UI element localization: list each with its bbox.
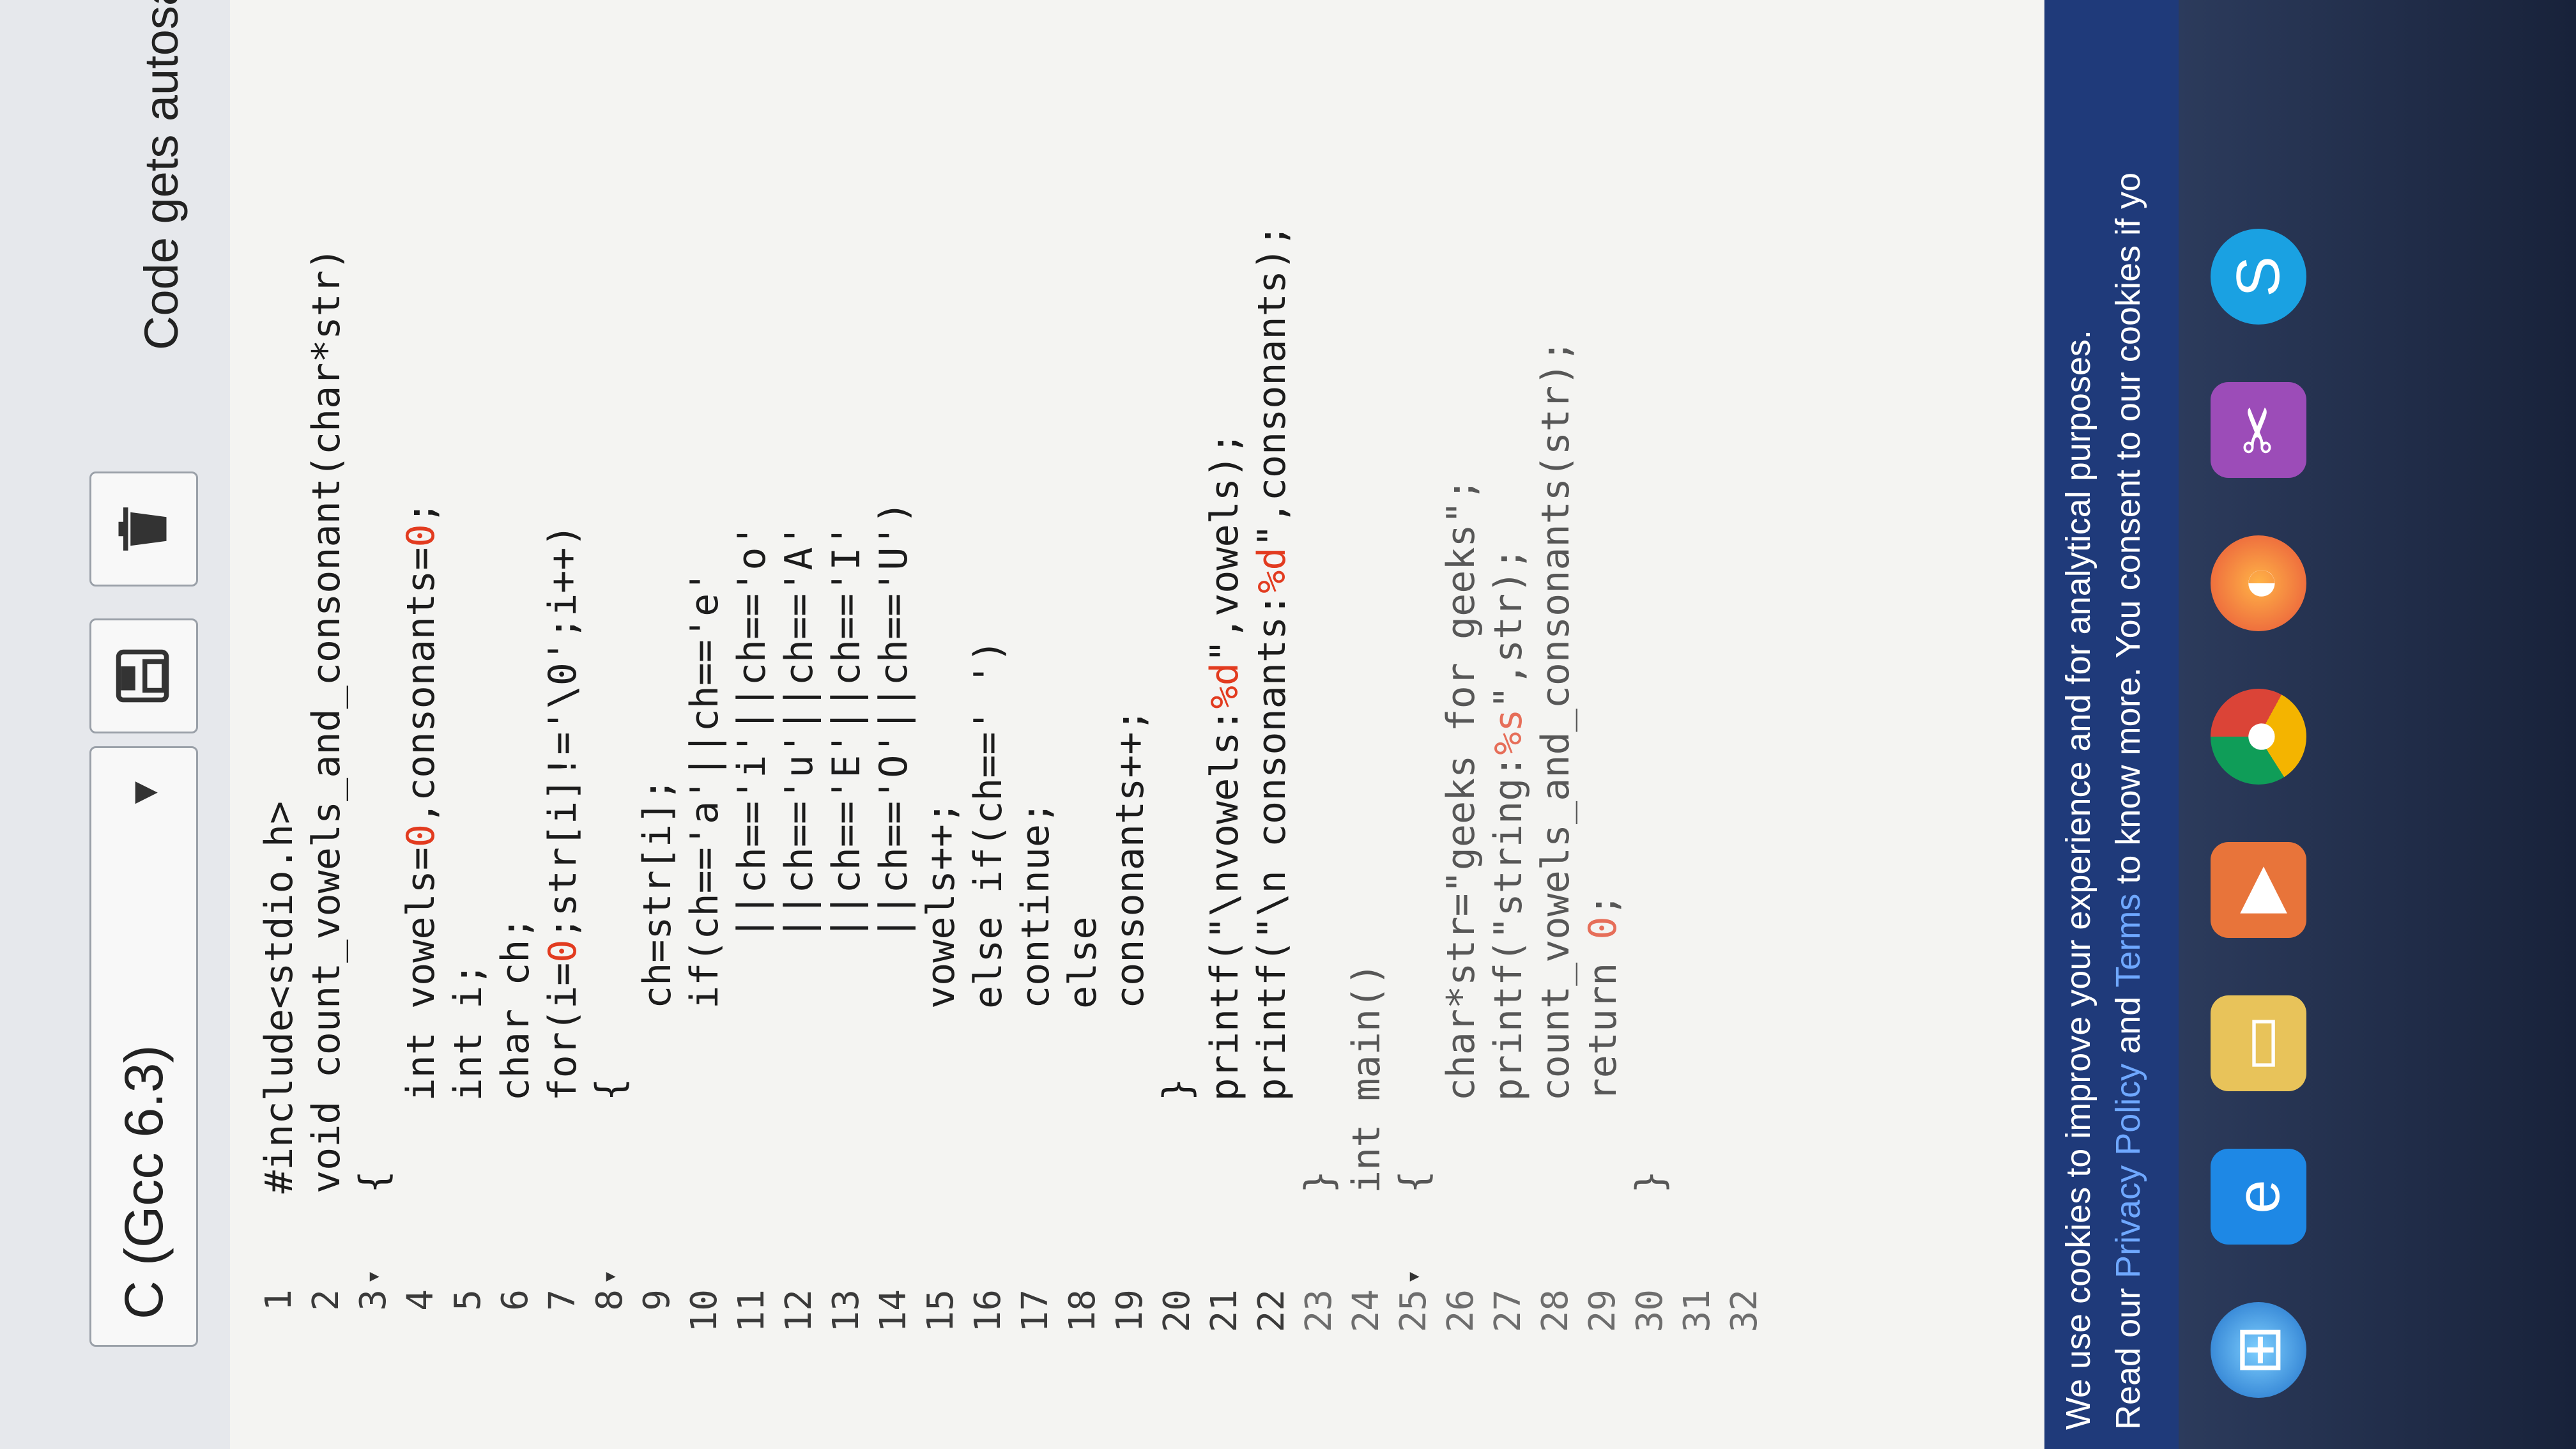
- file-explorer-icon[interactable]: ▭: [2211, 995, 2306, 1091]
- media-player-icon[interactable]: ▶: [2211, 842, 2306, 938]
- line-number: 5: [447, 1289, 489, 1311]
- line-number: 14: [873, 1289, 914, 1333]
- line-number: 13: [825, 1289, 867, 1333]
- line-number: 21: [1204, 1289, 1245, 1333]
- trash-icon: [114, 500, 174, 558]
- code-line[interactable]: {: [350, 1170, 397, 1193]
- line-number: 15: [920, 1289, 962, 1333]
- code-line[interactable]: }: [1154, 1078, 1201, 1193]
- code-line[interactable]: }: [1296, 1170, 1343, 1193]
- code-line[interactable]: {: [1390, 1170, 1438, 1193]
- line-number: 2: [305, 1289, 347, 1311]
- cookie-banner-suffix: to know more. You consent to our cookies…: [2109, 172, 2147, 894]
- line-number: 30: [1629, 1289, 1671, 1333]
- code-line[interactable]: }: [1627, 1170, 1674, 1193]
- code-line[interactable]: ch=str[i];: [634, 778, 681, 1193]
- privacy-policy-link[interactable]: Privacy Policy: [2109, 1064, 2147, 1278]
- line-number: 6: [494, 1289, 536, 1311]
- code-line[interactable]: int vowels=0,consonants=0;: [397, 501, 445, 1193]
- code-line[interactable]: consonants++;: [1107, 709, 1154, 1193]
- code-line[interactable]: char ch;: [492, 917, 539, 1193]
- cookie-banner-prefix: Read our: [2109, 1278, 2147, 1430]
- chevron-down-icon: ▼: [122, 774, 165, 812]
- terms-link[interactable]: Terms: [2109, 894, 2147, 988]
- line-number: 11: [731, 1289, 772, 1333]
- code-line[interactable]: continue;: [1012, 801, 1059, 1193]
- windows-start-icon[interactable]: ⊞: [2211, 1302, 2306, 1398]
- fold-toggle-icon[interactable]: ▾: [350, 1256, 397, 1282]
- cookie-banner-line1: We use cookies to improve your experienc…: [2059, 330, 2097, 1430]
- code-line[interactable]: #include<stdio.h>: [256, 801, 303, 1193]
- code-line[interactable]: if(ch=='a'||ch=='e': [681, 571, 728, 1193]
- line-number: 26: [1440, 1289, 1482, 1333]
- code-line[interactable]: count_vowels_and_consonants(str);: [1532, 339, 1579, 1193]
- line-number: 24: [1346, 1289, 1387, 1333]
- code-line[interactable]: ||ch=='E'||ch=='I': [823, 524, 870, 1193]
- fold-toggle-icon[interactable]: ▾: [586, 1256, 634, 1282]
- editor-toolbar: C (Gcc 6.3) ▼ Code gets autosaved: [0, 0, 231, 1449]
- code-line[interactable]: else if(ch==' '): [965, 640, 1012, 1193]
- code-line[interactable]: for(i=0;str[i]!='\0';i++): [539, 524, 586, 1193]
- delete-button[interactable]: [89, 471, 198, 586]
- line-number: 17: [1015, 1289, 1056, 1333]
- code-editor[interactable]: 1 2 3 ▾ 4 5 6 7 8 ▾ 9 10 11 12 13 14 15 16 17 18 19 20 21 22 23 2…: [230, 0, 2083, 1449]
- firefox-icon[interactable]: ◐: [2211, 535, 2306, 631]
- internet-explorer-icon[interactable]: e: [2211, 1149, 2306, 1245]
- line-number: 12: [778, 1289, 820, 1333]
- code-line[interactable]: int main(): [1343, 963, 1390, 1193]
- code-line[interactable]: char*str="geeks for geeks";: [1438, 478, 1485, 1193]
- line-number: 31: [1676, 1289, 1718, 1333]
- language-select-label: C (Gcc 6.3): [113, 1045, 174, 1319]
- line-number: 3: [353, 1289, 394, 1311]
- code-line[interactable]: vowels++;: [917, 801, 965, 1193]
- code-line[interactable]: ||ch=='u'||ch=='A': [776, 524, 823, 1193]
- line-number: 16: [967, 1289, 1009, 1333]
- code-line[interactable]: return 0;: [1579, 893, 1627, 1193]
- line-number: 18: [1062, 1289, 1103, 1333]
- line-number: 19: [1109, 1289, 1151, 1333]
- code-line[interactable]: int i;: [445, 963, 492, 1193]
- autosave-note: Code gets autosaved: [135, 0, 188, 350]
- code-line[interactable]: printf("\nvowels:%d",vowels);: [1201, 432, 1248, 1193]
- line-number: 4: [400, 1289, 441, 1311]
- line-number: 7: [542, 1289, 583, 1311]
- code-line[interactable]: printf("string:%s",str);: [1485, 548, 1532, 1193]
- fold-toggle-icon[interactable]: ▾: [1390, 1256, 1438, 1282]
- line-number: 22: [1251, 1289, 1292, 1333]
- line-number: 10: [684, 1289, 725, 1333]
- cookie-banner-line2: Read our Privacy Policy and Terms to kno…: [2103, 19, 2153, 1430]
- code-line[interactable]: void count_vowels_and_consonant(char*str…: [303, 247, 350, 1193]
- line-number: 8: [589, 1289, 631, 1311]
- code-line[interactable]: ||ch=='i'||ch=='o': [728, 524, 776, 1193]
- save-button[interactable]: [89, 618, 198, 733]
- line-number: 25: [1393, 1289, 1434, 1333]
- chrome-icon[interactable]: ●: [2211, 689, 2306, 785]
- language-select[interactable]: C (Gcc 6.3) ▼: [89, 746, 198, 1347]
- line-number: 28: [1535, 1289, 1576, 1333]
- line-number-gutter: 1 2 3 ▾ 4 5 6 7 8 ▾ 9 10 11 12 13 14 15 16 17 18 19 20 21 22 23 2…: [230, 1219, 2083, 1449]
- line-number: 23: [1298, 1289, 1340, 1333]
- screen: C (Gcc 6.3) ▼ Code gets autosaved 1 2 3 …: [0, 0, 2576, 1449]
- line-number: 27: [1487, 1289, 1529, 1333]
- line-number: 29: [1582, 1289, 1623, 1333]
- snipping-tool-icon[interactable]: ✂: [2211, 382, 2306, 478]
- line-number: 20: [1156, 1289, 1198, 1333]
- line-number: 32: [1724, 1289, 1765, 1333]
- code-line[interactable]: else: [1059, 917, 1107, 1193]
- cookie-banner-mid: and: [2109, 987, 2147, 1064]
- code-line[interactable]: printf("\n consonants:%d",consonants);: [1248, 224, 1296, 1193]
- skype-icon[interactable]: S: [2211, 229, 2306, 325]
- line-number: 1: [258, 1289, 300, 1311]
- line-number: 9: [636, 1289, 678, 1311]
- cookie-banner: We use cookies to improve your experienc…: [2044, 0, 2179, 1449]
- code-line[interactable]: {: [586, 1078, 634, 1193]
- save-icon: [114, 647, 174, 705]
- code-line[interactable]: ||ch=='O'||ch=='U'): [870, 501, 917, 1193]
